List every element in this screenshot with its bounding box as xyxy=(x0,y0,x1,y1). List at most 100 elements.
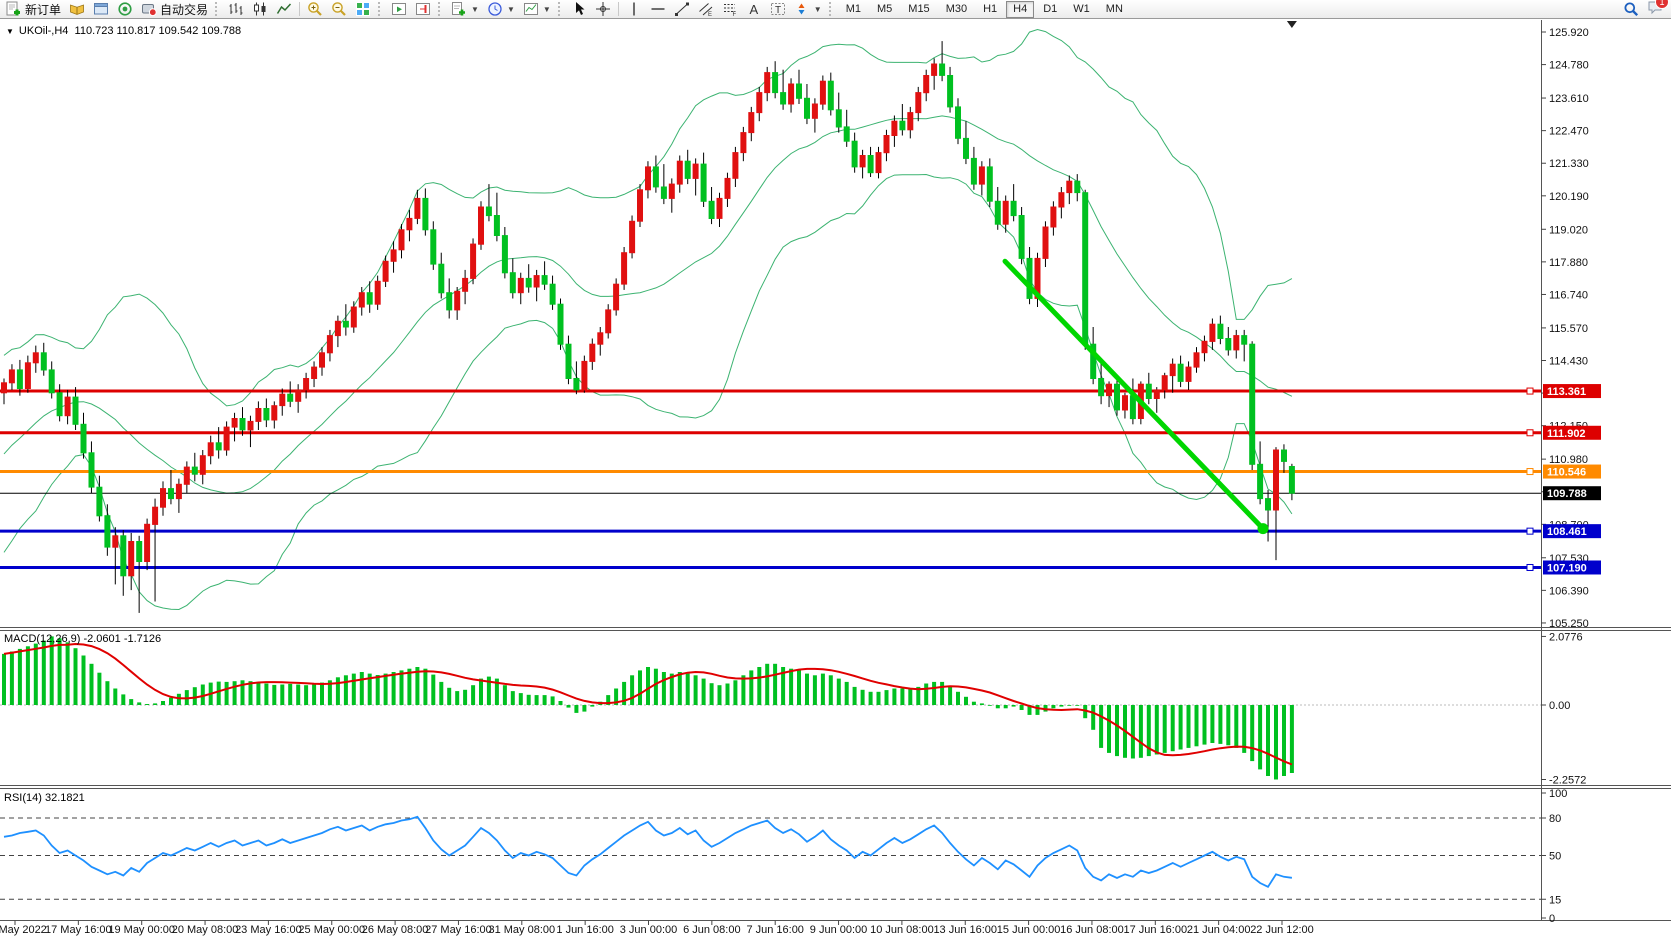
candle-body xyxy=(343,321,348,327)
macd-bar xyxy=(678,672,682,705)
macd-bar xyxy=(1163,705,1167,753)
candle-body xyxy=(606,310,611,333)
text-tool-button[interactable]: A xyxy=(742,0,766,19)
candle-body xyxy=(622,253,627,284)
toolbar-separator xyxy=(618,2,619,16)
chart-shift-button[interactable] xyxy=(411,0,435,19)
trend-line[interactable] xyxy=(1005,261,1263,528)
macd-bar xyxy=(121,694,125,705)
macd-bar xyxy=(129,699,133,705)
bar-chart-mode-button[interactable] xyxy=(224,0,248,19)
line-chart-icon xyxy=(276,1,292,17)
search-icon[interactable] xyxy=(1623,1,1639,17)
channel-tool-button[interactable]: E xyxy=(694,0,718,19)
navigator-button[interactable] xyxy=(113,0,137,19)
macd-bar xyxy=(574,705,578,713)
indicators-button[interactable]: ▼ xyxy=(447,0,483,19)
macd-bar xyxy=(407,669,411,705)
level-line-handle[interactable] xyxy=(1527,564,1533,570)
level-price-tag-text: 107.190 xyxy=(1547,562,1587,574)
cursor-tool-button[interactable] xyxy=(567,0,591,19)
macd-bar xyxy=(1274,705,1278,780)
candle-body xyxy=(327,336,332,353)
candle-body xyxy=(471,244,476,278)
macd-bar xyxy=(765,664,769,705)
candle-body xyxy=(693,164,698,178)
level-line-handle[interactable] xyxy=(1527,388,1533,394)
timeframe-mn-button[interactable]: MN xyxy=(1099,1,1130,18)
timeframe-m5-button[interactable]: M5 xyxy=(870,1,899,18)
candle-body xyxy=(153,507,158,524)
collapse-triangle-icon[interactable]: ▼ xyxy=(6,27,14,36)
candle-body xyxy=(646,167,651,190)
level-line-handle[interactable] xyxy=(1527,528,1533,534)
macd-bar xyxy=(821,674,825,705)
timeframe-h1-button[interactable]: H1 xyxy=(976,1,1004,18)
macd-bar xyxy=(877,692,881,705)
new-order-button[interactable]: 新订单 xyxy=(2,0,65,19)
data-window-icon xyxy=(93,1,109,17)
macd-bar xyxy=(924,684,928,706)
auto-trading-button[interactable]: 自动交易 xyxy=(137,0,212,19)
zoom-out-button[interactable] xyxy=(327,0,351,19)
crosshair-tool-button[interactable] xyxy=(591,0,615,19)
auto-trading-label: 自动交易 xyxy=(160,1,208,18)
notifications-button[interactable]: 1 xyxy=(1647,0,1663,20)
candle-body xyxy=(97,487,102,516)
candle-body xyxy=(1258,464,1263,498)
price-tick-label: 110.980 xyxy=(1549,454,1588,466)
macd-bar xyxy=(638,670,642,705)
candle-body xyxy=(1282,450,1287,461)
candle-body xyxy=(979,167,984,184)
data-window-button[interactable] xyxy=(89,0,113,19)
level-line-handle[interactable] xyxy=(1527,469,1533,475)
fibonacci-tool-button[interactable]: F xyxy=(718,0,742,19)
level-line-handle[interactable] xyxy=(1527,430,1533,436)
macd-bar xyxy=(463,690,467,705)
timeframe-w1-button[interactable]: W1 xyxy=(1066,1,1097,18)
horizontal-line-tool-button[interactable] xyxy=(646,0,670,19)
candlestick-mode-button[interactable] xyxy=(248,0,272,19)
candle-body xyxy=(908,113,913,130)
price-tick-label: 106.390 xyxy=(1549,585,1589,597)
templates-button[interactable]: ▼ xyxy=(519,0,555,19)
candle-body xyxy=(359,293,364,307)
auto-scroll-button[interactable] xyxy=(387,0,411,19)
candle-body xyxy=(1242,336,1247,345)
timeframe-h4-button[interactable]: H4 xyxy=(1006,1,1034,18)
zoom-in-button[interactable] xyxy=(303,0,327,19)
candle-body xyxy=(41,353,46,370)
price-tick-label: 123.610 xyxy=(1549,93,1589,105)
macd-bar xyxy=(702,679,706,705)
trading-terminal-window: 新订单 自动交易 xyxy=(0,0,1671,937)
candle-body xyxy=(1289,467,1294,494)
time-tick-label: 25 May 00:00 xyxy=(298,924,365,936)
trendline-tool-button[interactable] xyxy=(670,0,694,19)
label-tool-button[interactable]: T xyxy=(766,0,790,19)
candle-body xyxy=(844,127,849,141)
macd-bar xyxy=(837,679,841,705)
candle-body xyxy=(550,284,555,304)
market-watch-button[interactable] xyxy=(65,0,89,19)
timeframe-m15-button[interactable]: M15 xyxy=(901,1,936,18)
tile-windows-button[interactable] xyxy=(351,0,375,19)
arrows-tool-button[interactable]: ▼ xyxy=(790,0,826,19)
trendline-anchor-dot[interactable] xyxy=(1258,523,1269,534)
candle-body xyxy=(828,81,833,110)
chart-symbol-header: ▼ UKOil-,H4 110.723 110.817 109.542 109.… xyxy=(6,25,241,37)
candle-body xyxy=(892,121,897,135)
macd-bar xyxy=(145,704,149,705)
toolbar-separator xyxy=(299,2,300,16)
timeframe-d1-button[interactable]: D1 xyxy=(1036,1,1064,18)
macd-bar xyxy=(288,684,292,705)
trendline-icon xyxy=(674,1,690,17)
line-chart-mode-button[interactable] xyxy=(272,0,296,19)
periods-button[interactable]: ▼ xyxy=(483,0,519,19)
timeframe-m30-button[interactable]: M30 xyxy=(939,1,974,18)
macd-bar xyxy=(892,689,896,706)
vertical-line-tool-button[interactable] xyxy=(622,0,646,19)
timeframe-m1-button[interactable]: M1 xyxy=(839,1,868,18)
rsi-axis-label: 80 xyxy=(1549,813,1561,825)
candle-body xyxy=(224,427,229,450)
macd-bar xyxy=(654,669,658,705)
